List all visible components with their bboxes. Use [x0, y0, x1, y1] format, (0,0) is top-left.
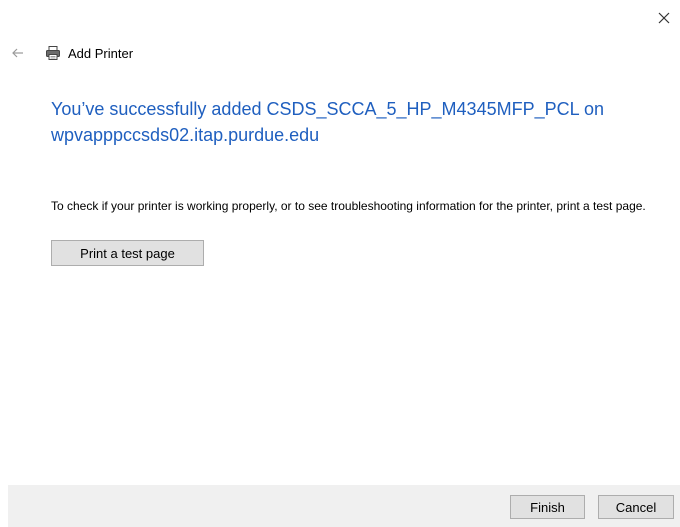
footer-bar: Finish Cancel: [8, 485, 680, 527]
window-title: Add Printer: [68, 45, 134, 61]
add-printer-window: Add Printer You’ve successfully added CS…: [0, 0, 680, 527]
back-button[interactable]: [8, 43, 28, 63]
cancel-button[interactable]: Cancel: [598, 495, 674, 519]
success-headline: You’ve successfully added CSDS_SCCA_5_HP…: [51, 99, 604, 145]
close-icon: [658, 12, 670, 24]
printer-icon: [44, 44, 62, 62]
finish-button[interactable]: Finish: [510, 495, 585, 519]
header: Add Printer: [8, 40, 133, 66]
test-page-info: To check if your printer is working prop…: [51, 199, 646, 213]
back-arrow-icon: [12, 48, 23, 58]
print-test-page-button[interactable]: Print a test page: [51, 240, 204, 266]
close-button[interactable]: [654, 8, 674, 28]
